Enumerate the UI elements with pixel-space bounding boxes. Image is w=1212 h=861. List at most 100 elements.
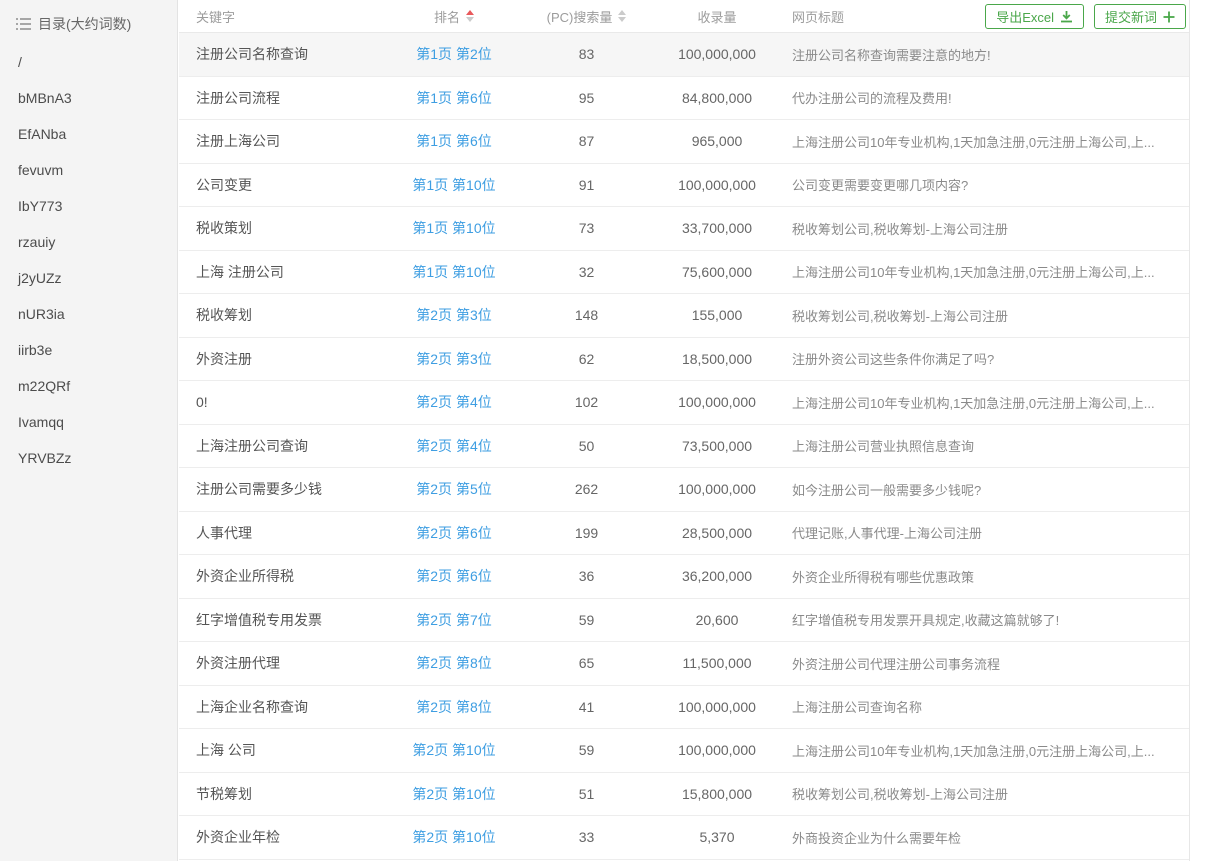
search-volume-cell: 148 bbox=[514, 307, 659, 323]
index-count-cell: 73,500,000 bbox=[659, 438, 775, 454]
rank-link[interactable]: 第1页 第2位 bbox=[416, 46, 491, 62]
keyword-cell: 外资注册代理 bbox=[179, 653, 394, 673]
directory-item[interactable]: iirb3e bbox=[0, 332, 177, 368]
rank-link[interactable]: 第1页 第10位 bbox=[412, 177, 495, 193]
keyword-cell: 上海 注册公司 bbox=[179, 262, 394, 282]
directory-item[interactable]: EfANba bbox=[0, 116, 177, 152]
col-header-search-volume-sort[interactable]: (PC)搜索量 bbox=[514, 7, 659, 26]
search-volume-cell: 33 bbox=[514, 829, 659, 845]
directory-list: /bMBnA3EfANbafevuvmIbY773rzauiyj2yUZznUR… bbox=[0, 40, 177, 476]
search-volume-cell: 73 bbox=[514, 220, 659, 236]
col-header-rank-label: 排名 bbox=[434, 7, 460, 26]
rank-link[interactable]: 第2页 第3位 bbox=[416, 307, 491, 323]
table-row: 公司变更 第1页 第10位 91 100,000,000 公司变更需要变更哪几项… bbox=[179, 164, 1189, 208]
keyword-cell: 注册公司流程 bbox=[179, 88, 394, 108]
directory-item[interactable]: YRVBZz bbox=[0, 440, 177, 476]
index-count-cell: 36,200,000 bbox=[659, 568, 775, 584]
keyword-cell: 红字增值税专用发票 bbox=[179, 610, 394, 630]
table-row: 外资企业所得税 第2页 第6位 36 36,200,000 外资企业所得税有哪些… bbox=[179, 555, 1189, 599]
table-row: 注册公司需要多少钱 第2页 第5位 262 100,000,000 如今注册公司… bbox=[179, 468, 1189, 512]
index-count-cell: 20,600 bbox=[659, 612, 775, 628]
rank-sort-control[interactable] bbox=[466, 10, 474, 22]
directory-item[interactable]: m22QRf bbox=[0, 368, 177, 404]
directory-item[interactable]: nUR3ia bbox=[0, 296, 177, 332]
search-volume-cell: 95 bbox=[514, 90, 659, 106]
sort-asc-icon[interactable] bbox=[618, 10, 626, 15]
keyword-cell: 上海注册公司查询 bbox=[179, 436, 394, 456]
directory-item[interactable]: IbY773 bbox=[0, 188, 177, 224]
rank-link[interactable]: 第2页 第10位 bbox=[412, 786, 495, 802]
search-volume-cell: 91 bbox=[514, 177, 659, 193]
rank-link[interactable]: 第2页 第4位 bbox=[416, 394, 491, 410]
search-volume-cell: 102 bbox=[514, 394, 659, 410]
rank-link[interactable]: 第1页 第6位 bbox=[416, 90, 491, 106]
directory-item[interactable]: fevuvm bbox=[0, 152, 177, 188]
table-row: 上海 公司 第2页 第10位 59 100,000,000 上海注册公司10年专… bbox=[179, 729, 1189, 773]
index-count-cell: 100,000,000 bbox=[659, 699, 775, 715]
directory-item[interactable]: bMBnA3 bbox=[0, 80, 177, 116]
index-count-cell: 100,000,000 bbox=[659, 481, 775, 497]
table-row: 外资企业年检 第2页 第10位 33 5,370 外商投资企业为什么需要年检 bbox=[179, 816, 1189, 860]
keyword-cell: 税收策划 bbox=[179, 218, 394, 238]
table-row: 税收筹划 第2页 第3位 148 155,000 税收筹划公司,税收筹划-上海公… bbox=[179, 294, 1189, 338]
rank-link[interactable]: 第1页 第10位 bbox=[412, 220, 495, 236]
sort-desc-icon[interactable] bbox=[466, 17, 474, 22]
page-title-cell: 税收筹划公司,税收筹划-上海公司注册 bbox=[775, 219, 1189, 238]
page-title-cell: 公司变更需要变更哪几项内容? bbox=[775, 175, 1189, 194]
index-count-cell: 5,370 bbox=[659, 829, 775, 845]
keyword-cell: 注册公司名称查询 bbox=[179, 44, 394, 64]
table-row: 红字增值税专用发票 第2页 第7位 59 20,600 红字增值税专用发票开具规… bbox=[179, 599, 1189, 643]
page-title-cell: 税收筹划公司,税收筹划-上海公司注册 bbox=[775, 784, 1189, 803]
search-volume-cell: 65 bbox=[514, 655, 659, 671]
rank-link[interactable]: 第2页 第10位 bbox=[412, 829, 495, 845]
index-count-cell: 28,500,000 bbox=[659, 525, 775, 541]
rank-link[interactable]: 第2页 第6位 bbox=[416, 525, 491, 541]
rank-link[interactable]: 第2页 第7位 bbox=[416, 612, 491, 628]
rank-link[interactable]: 第2页 第8位 bbox=[416, 699, 491, 715]
directory-item[interactable]: rzauiy bbox=[0, 224, 177, 260]
keyword-cell: 外资企业年检 bbox=[179, 827, 394, 847]
download-icon bbox=[1060, 10, 1073, 23]
directory-item[interactable]: / bbox=[0, 44, 177, 80]
sort-desc-icon[interactable] bbox=[618, 17, 626, 22]
col-header-rank-sort[interactable]: 排名 bbox=[394, 7, 514, 26]
rank-link[interactable]: 第2页 第4位 bbox=[416, 438, 491, 454]
page-title-cell: 注册外资公司这些条件你满足了吗? bbox=[775, 349, 1189, 368]
search-volume-cell: 32 bbox=[514, 264, 659, 280]
rank-link[interactable]: 第2页 第3位 bbox=[416, 351, 491, 367]
col-header-index-count: 收录量 bbox=[659, 7, 775, 26]
rank-link[interactable]: 第1页 第6位 bbox=[416, 133, 491, 149]
table-body: 注册公司名称查询 第1页 第2位 83 100,000,000 注册公司名称查询… bbox=[179, 33, 1189, 860]
directory-item[interactable]: Ivamqq bbox=[0, 404, 177, 440]
index-count-cell: 15,800,000 bbox=[659, 786, 775, 802]
page-title-cell: 上海注册公司10年专业机构,1天加急注册,0元注册上海公司,上... bbox=[775, 393, 1189, 412]
export-excel-button[interactable]: 导出Excel bbox=[985, 4, 1084, 29]
page-title-cell: 上海注册公司10年专业机构,1天加急注册,0元注册上海公司,上... bbox=[775, 741, 1189, 760]
index-count-cell: 18,500,000 bbox=[659, 351, 775, 367]
list-icon bbox=[16, 18, 31, 30]
directory-item[interactable]: j2yUZz bbox=[0, 260, 177, 296]
submit-keywords-button[interactable]: 提交新词 bbox=[1094, 4, 1186, 29]
index-count-cell: 11,500,000 bbox=[659, 655, 775, 671]
sort-asc-icon[interactable] bbox=[466, 10, 474, 15]
page-title-cell: 上海注册公司10年专业机构,1天加急注册,0元注册上海公司,上... bbox=[775, 132, 1189, 151]
rank-link[interactable]: 第2页 第10位 bbox=[412, 742, 495, 758]
page-title-cell: 注册公司名称查询需要注意的地方! bbox=[775, 45, 1189, 64]
table-row: 人事代理 第2页 第6位 199 28,500,000 代理记账,人事代理-上海… bbox=[179, 512, 1189, 556]
rank-link[interactable]: 第2页 第5位 bbox=[416, 481, 491, 497]
index-count-cell: 84,800,000 bbox=[659, 90, 775, 106]
keyword-cell: 外资注册 bbox=[179, 349, 394, 369]
keyword-cell: 注册上海公司 bbox=[179, 131, 394, 151]
rank-link[interactable]: 第2页 第8位 bbox=[416, 655, 491, 671]
search-volume-cell: 59 bbox=[514, 742, 659, 758]
sidebar: 目录(大约词数) /bMBnA3EfANbafevuvmIbY773rzauiy… bbox=[0, 0, 178, 861]
rank-link[interactable]: 第1页 第10位 bbox=[412, 264, 495, 280]
search-volume-sort-control[interactable] bbox=[618, 10, 626, 22]
keyword-cell: 0! bbox=[179, 394, 394, 410]
search-volume-cell: 51 bbox=[514, 786, 659, 802]
table-row: 外资注册代理 第2页 第8位 65 11,500,000 外资注册公司代理注册公… bbox=[179, 642, 1189, 686]
col-header-keyword: 关键字 bbox=[179, 7, 394, 26]
page-title-cell: 上海注册公司查询名称 bbox=[775, 697, 1189, 716]
rank-link[interactable]: 第2页 第6位 bbox=[416, 568, 491, 584]
keyword-cell: 人事代理 bbox=[179, 523, 394, 543]
